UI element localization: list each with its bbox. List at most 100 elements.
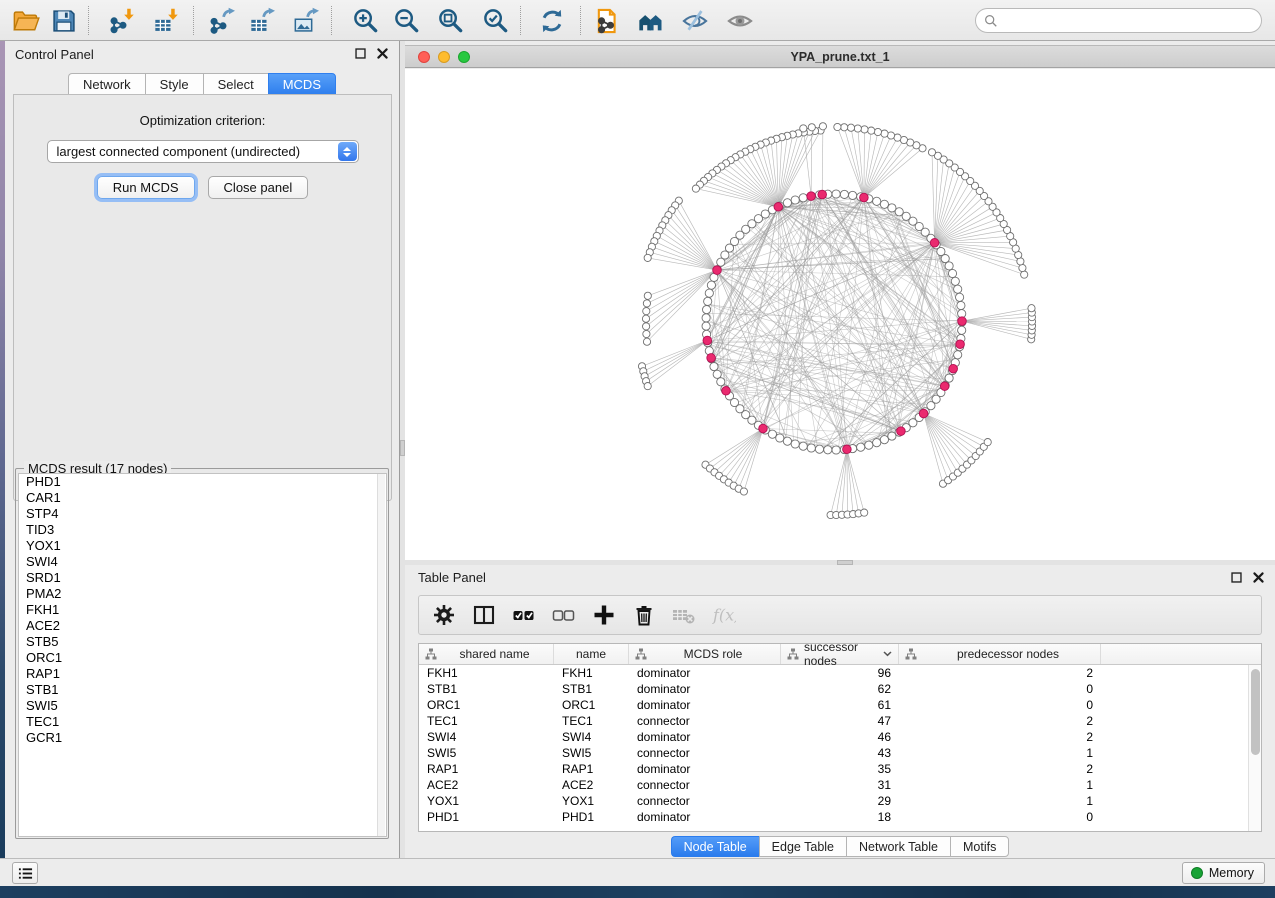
network-canvas[interactable]	[405, 69, 1275, 560]
delete-table-icon	[672, 603, 696, 627]
select-all-checkboxes-icon[interactable]	[512, 603, 536, 627]
zoom-fit-icon[interactable]	[437, 7, 465, 35]
column-header-predecessor-nodes[interactable]: predecessor nodes	[899, 644, 1101, 664]
table-row[interactable]: RAP1RAP1dominator352	[419, 761, 1261, 777]
mcds-result-item[interactable]: FKH1	[19, 602, 386, 618]
table-toolbar: f(x)	[418, 595, 1262, 635]
function-builder-icon: f(x)	[712, 603, 736, 627]
tab-node-table[interactable]: Node Table	[671, 836, 759, 857]
network-graph	[405, 69, 1275, 560]
window-maximize-icon[interactable]	[458, 51, 470, 63]
window-minimize-icon[interactable]	[438, 51, 450, 63]
scrollbar-thumb[interactable]	[1251, 669, 1260, 755]
mcds-result-item[interactable]: PMA2	[19, 586, 386, 602]
save-session-icon[interactable]	[50, 7, 78, 35]
table-row[interactable]: ORC1ORC1dominator610	[419, 697, 1261, 713]
table-row[interactable]: YOX1YOX1connector291	[419, 793, 1261, 809]
close-panel-button[interactable]: Close panel	[208, 176, 309, 199]
tab-mcds[interactable]: MCDS	[268, 73, 336, 95]
share-network-icon[interactable]	[593, 7, 621, 35]
mcds-result-item[interactable]: RAP1	[19, 666, 386, 682]
tree-icon	[635, 648, 647, 660]
hide-graphics-details-icon[interactable]	[681, 7, 709, 35]
float-panel-icon[interactable]	[354, 47, 367, 60]
table-scrollbar[interactable]	[1248, 665, 1261, 832]
tab-style[interactable]: Style	[145, 73, 203, 95]
table-row[interactable]: TEC1TEC1connector472	[419, 713, 1261, 729]
open-session-icon[interactable]	[12, 7, 40, 35]
window-close-icon[interactable]	[418, 51, 430, 63]
panel-menu-button[interactable]	[12, 862, 38, 884]
network-view-region: YPA_prune.txt_1	[405, 41, 1275, 560]
criterion-select[interactable]: largest connected component (undirected)	[47, 140, 359, 163]
search-icon	[984, 14, 998, 28]
add-column-icon[interactable]	[592, 603, 616, 627]
table-panel: Table Panel f(x) shared namenameMCDS rol…	[405, 565, 1275, 858]
toolbar-separator	[580, 6, 581, 35]
zoom-out-icon[interactable]	[393, 7, 421, 35]
tab-network[interactable]: Network	[68, 73, 145, 95]
main-toolbar	[0, 0, 1275, 41]
mcds-result-item[interactable]: ACE2	[19, 618, 386, 634]
import-table-icon[interactable]	[153, 7, 181, 35]
network-search-icon[interactable]	[637, 7, 665, 35]
network-window-titlebar[interactable]: YPA_prune.txt_1	[405, 45, 1275, 68]
column-settings-icon[interactable]	[432, 603, 456, 627]
float-panel-icon[interactable]	[1230, 571, 1243, 584]
close-panel-icon[interactable]	[376, 47, 389, 60]
toolbar-separator	[193, 6, 194, 35]
table-row[interactable]: FKH1FKH1dominator962	[419, 665, 1261, 681]
zoom-selected-icon[interactable]	[482, 7, 510, 35]
export-network-icon[interactable]	[209, 7, 237, 35]
column-header-successor-nodes[interactable]: successor nodes	[781, 644, 899, 664]
tab-network-table[interactable]: Network Table	[846, 836, 950, 857]
deselect-all-checkboxes-icon[interactable]	[552, 603, 576, 627]
column-header-name[interactable]: name	[554, 644, 629, 664]
mcds-result-item[interactable]: SWI5	[19, 698, 386, 714]
export-image-icon[interactable]	[293, 7, 321, 35]
mcds-result-item[interactable]: ORC1	[19, 650, 386, 666]
mcds-result-item[interactable]: SRD1	[19, 570, 386, 586]
zoom-in-icon[interactable]	[352, 7, 380, 35]
mcds-list-scrollbar[interactable]	[377, 474, 385, 836]
table-row[interactable]: STB1STB1dominator620	[419, 681, 1261, 697]
table-row[interactable]: ACE2ACE2connector311	[419, 777, 1261, 793]
export-table-icon[interactable]	[249, 7, 277, 35]
mcds-result-item[interactable]: STP4	[19, 506, 386, 522]
mcds-result-item[interactable]: SWI4	[19, 554, 386, 570]
mcds-result-item[interactable]: YOX1	[19, 538, 386, 554]
memory-button[interactable]: Memory	[1182, 862, 1265, 884]
mcds-result-item[interactable]: PHD1	[19, 474, 386, 490]
sort-desc-icon	[883, 651, 892, 657]
mcds-result-list[interactable]: PHD1CAR1STP4TID3YOX1SWI4SRD1PMA2FKH1ACE2…	[18, 473, 387, 837]
run-mcds-button[interactable]: Run MCDS	[97, 176, 195, 199]
table-row[interactable]: SWI4SWI4dominator462	[419, 729, 1261, 745]
tree-icon	[787, 648, 799, 660]
list-icon	[18, 866, 33, 881]
delete-column-icon[interactable]	[632, 603, 656, 627]
column-header-shared-name[interactable]: shared name	[419, 644, 554, 664]
refresh-icon[interactable]	[538, 7, 566, 35]
table-row[interactable]: PHD1PHD1dominator180	[419, 809, 1261, 825]
mcds-result-item[interactable]: TEC1	[19, 714, 386, 730]
tree-icon	[425, 648, 437, 660]
node-table-header: shared namenameMCDS rolesuccessor nodesp…	[419, 644, 1261, 665]
mcds-result-item[interactable]: STB1	[19, 682, 386, 698]
close-panel-icon[interactable]	[1252, 571, 1265, 584]
import-network-icon[interactable]	[109, 7, 137, 35]
tab-edge-table[interactable]: Edge Table	[759, 836, 846, 857]
mcds-result-item[interactable]: TID3	[19, 522, 386, 538]
toolbar-separator	[331, 6, 332, 35]
mcds-result-item[interactable]: CAR1	[19, 490, 386, 506]
tab-motifs[interactable]: Motifs	[950, 836, 1009, 857]
column-header-MCDS-role[interactable]: MCDS role	[629, 644, 781, 664]
tab-select[interactable]: Select	[203, 73, 268, 95]
show-graphics-details-icon[interactable]	[726, 7, 754, 35]
mcds-result-item[interactable]: STB5	[19, 634, 386, 650]
search-input[interactable]	[1003, 13, 1261, 28]
mcds-result-item[interactable]: GCR1	[19, 730, 386, 746]
split-panel-icon[interactable]	[472, 603, 496, 627]
table-row[interactable]: SWI5SWI5connector431	[419, 745, 1261, 761]
search-box[interactable]	[975, 8, 1262, 33]
memory-label: Memory	[1209, 866, 1254, 880]
